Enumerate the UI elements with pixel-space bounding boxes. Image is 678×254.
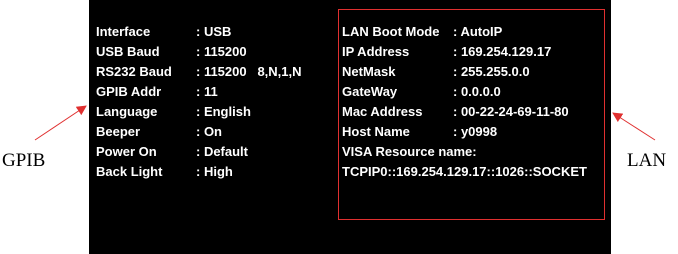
language-label: Language [96,104,158,119]
netmask-value: : 255.255.0.0 [453,64,530,79]
netmask-label: NetMask [342,64,396,79]
language-value: : English [196,104,251,119]
beeper-value: : On [196,124,222,139]
rs232-baud-value: : 115200 8,N,1,N [196,64,302,79]
gpib-callout-label: GPIB [2,150,46,171]
visa-resource-label: VISA Resource name: [342,144,477,159]
host-name-label: Host Name [342,124,410,139]
lan-boot-mode-value: : AutoIP [453,24,503,39]
gateway-value: : 0.0.0.0 [453,84,501,99]
host-name-value: : y0998 [453,124,498,139]
ip-address-value: : 169.254.129.17 [453,44,552,59]
system-info-panel: Interface : USB USB Baud : 115200 RS232 … [96,22,326,212]
power-on-value: : Default [196,144,248,159]
gpib-addr-label: GPIB Addr [96,84,162,99]
usb-baud-label: USB Baud [96,44,160,59]
back-light-value: : High [196,164,233,179]
beeper-label: Beeper [96,124,141,139]
gateway-label: GateWay [342,84,398,99]
mac-address-label: Mac Address [342,104,423,119]
rs232-baud-label: RS232 Baud [96,64,172,79]
interface-value: : USB [196,24,232,39]
gpib-arrow [34,105,87,141]
ip-address-label: IP Address [342,44,410,59]
lan-boot-mode-label: LAN Boot Mode [342,24,440,39]
mac-address-value: : 00-22-24-69-11-80 [453,104,569,119]
gpib-addr-value: : 11 [196,84,218,99]
back-light-label: Back Light [96,164,163,179]
lan-info-panel: LAN Boot Mode : AutoIP IP Address : 169.… [338,9,605,220]
interface-label: Interface [96,24,151,39]
lan-callout-label: LAN [627,150,667,171]
visa-resource-value: TCPIP0::169.254.129.17::1026::SOCKET [342,164,587,179]
power-on-label: Power On [96,144,157,159]
usb-baud-value: : 115200 [196,44,247,59]
lan-arrow [612,112,656,141]
